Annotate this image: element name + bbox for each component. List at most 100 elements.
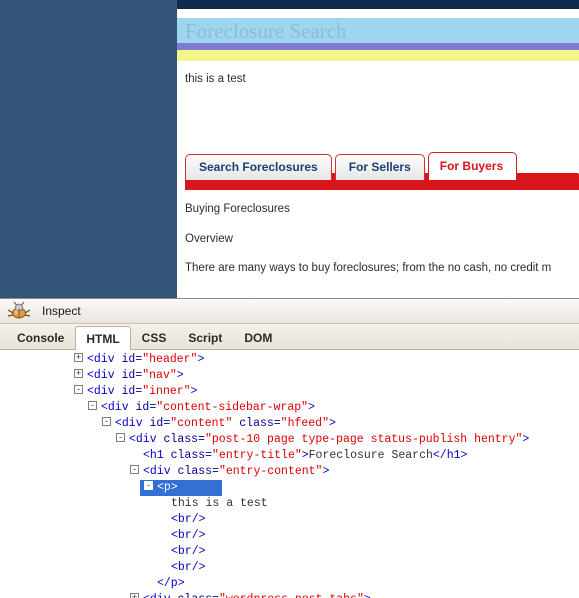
firebug-tab-label: DOM xyxy=(244,331,273,345)
header-spacer xyxy=(177,9,579,18)
html-tree-node[interactable]: - <div class="entry-content"> xyxy=(0,464,579,480)
post-tab-for-sellers[interactable]: For Sellers xyxy=(334,154,425,180)
post-tab-label: Search Foreclosures xyxy=(199,160,318,174)
html-tree-tag: <div xyxy=(87,369,122,382)
html-tree-tag: <div xyxy=(87,385,122,398)
html-tree-tag: <br/> xyxy=(171,529,206,542)
html-tree-tag: <br/> xyxy=(171,545,206,558)
html-tree-tag: <br/> xyxy=(171,513,206,526)
html-tree-node[interactable]: <br/> xyxy=(0,512,579,528)
firebug-toolbar: Inspect xyxy=(0,299,579,324)
html-tree-attr-name: id= xyxy=(121,385,143,398)
html-tree-tag: > xyxy=(522,433,530,446)
inspect-button-label[interactable]: Inspect xyxy=(42,304,81,318)
html-tree-tag: > xyxy=(190,385,198,398)
line-break-spacer xyxy=(177,86,579,147)
content-heading: Buying Foreclosures xyxy=(185,203,290,215)
twisty-placeholder xyxy=(158,529,167,538)
html-tree-attr-val: "content" xyxy=(170,417,233,430)
html-tree-tag: > xyxy=(176,369,184,382)
html-tree-tag: <br/> xyxy=(171,561,206,574)
html-tree-attr-val: "hfeed" xyxy=(280,417,329,430)
html-tree-node[interactable]: <br/> xyxy=(0,528,579,544)
post-tab-search-foreclosures[interactable]: Search Foreclosures xyxy=(185,154,332,180)
html-tree-tag: > xyxy=(197,353,205,366)
twisty-placeholder xyxy=(130,449,139,458)
html-tree-node[interactable]: + <div class="wordpress-post-tabs"> xyxy=(0,592,579,598)
collapse-icon[interactable]: - xyxy=(130,465,139,475)
firebug-tab-label: Script xyxy=(188,331,223,345)
post-tab-label: For Buyers xyxy=(439,159,504,173)
html-tree-node[interactable]: - <p> xyxy=(0,480,579,496)
expand-icon[interactable]: + xyxy=(74,369,83,379)
html-tree-attr-val: "content-sidebar-wrap" xyxy=(156,401,309,414)
html-tree-tag: > xyxy=(301,449,309,462)
html-tree-attr-val: "entry-title" xyxy=(212,449,302,462)
html-tree-node[interactable]: - <div id="content-sidebar-wrap"> xyxy=(0,400,579,416)
firebug-tab-html[interactable]: HTML xyxy=(75,326,131,350)
site-content-column: Foreclosure Search this is a test Search… xyxy=(177,0,579,298)
content-paragraph: There are many ways to buy foreclosures;… xyxy=(185,262,552,274)
expand-icon[interactable]: + xyxy=(74,353,83,363)
html-tree-text-node: Foreclosure Search xyxy=(308,449,433,462)
twisty-placeholder xyxy=(158,513,167,522)
html-tree-attr-name: class= xyxy=(163,433,205,446)
firebug-tab-label: HTML xyxy=(86,331,120,346)
html-tree-text-node: this is a test xyxy=(171,497,268,510)
html-tree-tag: <div xyxy=(143,593,178,598)
html-tree-attr-name: id= xyxy=(121,353,143,366)
html-tree-node[interactable]: <h1 class="entry-title">Foreclosure Sear… xyxy=(0,448,579,464)
collapse-icon[interactable]: - xyxy=(102,417,111,427)
collapse-icon[interactable]: - xyxy=(74,385,83,395)
html-tree-node[interactable]: - <div id="inner"> xyxy=(0,384,579,400)
html-tree-attr-name: class= xyxy=(177,465,219,478)
firebug-panel: Inspect Console HTML CSS Script DOM + <di… xyxy=(0,298,579,598)
html-tree-tag: > xyxy=(364,593,371,598)
html-tree-tag: <div xyxy=(129,433,164,446)
firebug-tab-bar: Console HTML CSS Script DOM xyxy=(0,324,579,350)
firebug-tab-label: CSS xyxy=(141,331,167,345)
firebug-tab-dom[interactable]: DOM xyxy=(233,326,283,349)
twisty-placeholder xyxy=(158,545,167,554)
html-tree-tag: > xyxy=(328,417,336,430)
html-tree-attr-val: "post-10 page type-page status-publish h… xyxy=(204,433,523,446)
html-tree-attr-name: id= xyxy=(135,401,157,414)
html-tree-attr-val: "entry-content" xyxy=(218,465,323,478)
html-tree-node[interactable]: </p> xyxy=(0,576,579,592)
html-tree-node[interactable]: this is a test xyxy=(0,496,579,512)
firebug-bug-icon xyxy=(6,301,32,321)
html-tree-node[interactable]: + <div id="nav"> xyxy=(0,368,579,384)
html-tree-tag: </p> xyxy=(157,577,185,590)
html-tree-tag: > xyxy=(308,401,315,414)
html-tree-node[interactable]: <br/> xyxy=(0,544,579,560)
html-tree-attr-val: "header" xyxy=(142,353,198,366)
twisty-placeholder xyxy=(158,561,167,570)
html-tree-tag: <p> xyxy=(157,481,178,494)
firebug-tab-script[interactable]: Script xyxy=(177,326,233,349)
html-tree-attr-val: "nav" xyxy=(142,369,177,382)
html-tree-node[interactable]: + <div id="header"> xyxy=(0,352,579,368)
collapse-icon[interactable]: - xyxy=(88,401,97,411)
expand-icon[interactable]: + xyxy=(130,593,139,598)
intro-paragraph: this is a test xyxy=(185,73,246,85)
html-tree-tag: </h1> xyxy=(432,449,468,462)
html-tree-attr-val: "inner" xyxy=(142,385,191,398)
firebug-tab-console[interactable]: Console xyxy=(6,326,75,349)
post-tab-for-buyers[interactable]: For Buyers xyxy=(427,152,518,180)
html-tree-node[interactable]: <br/> xyxy=(0,560,579,576)
post-tabs-list: Search Foreclosures For Sellers For Buye… xyxy=(185,147,520,180)
firebug-html-tree[interactable]: + <div id="header"> + <div id="nav"> - <div i… xyxy=(0,350,579,598)
collapse-icon[interactable]: - xyxy=(116,433,125,443)
page-title: Foreclosure Search xyxy=(177,18,579,43)
purple-highlight-band xyxy=(177,43,579,50)
html-tree-attr-val: "wordpress-post-tabs" xyxy=(219,593,364,598)
html-tree-node[interactable]: - <div class="post-10 page type-page stat… xyxy=(0,432,579,448)
twisty-placeholder xyxy=(144,577,153,586)
site-sidebar xyxy=(0,0,177,298)
firebug-tab-css[interactable]: CSS xyxy=(131,326,178,349)
collapse-icon[interactable]: - xyxy=(144,481,153,491)
html-tree-attr-name: class= xyxy=(178,593,219,598)
html-tree-node[interactable]: - <div id="content" class="hfeed"> xyxy=(0,416,579,432)
html-tree-attr-name: class= xyxy=(170,449,213,462)
html-tree-tag: <div xyxy=(115,417,150,430)
